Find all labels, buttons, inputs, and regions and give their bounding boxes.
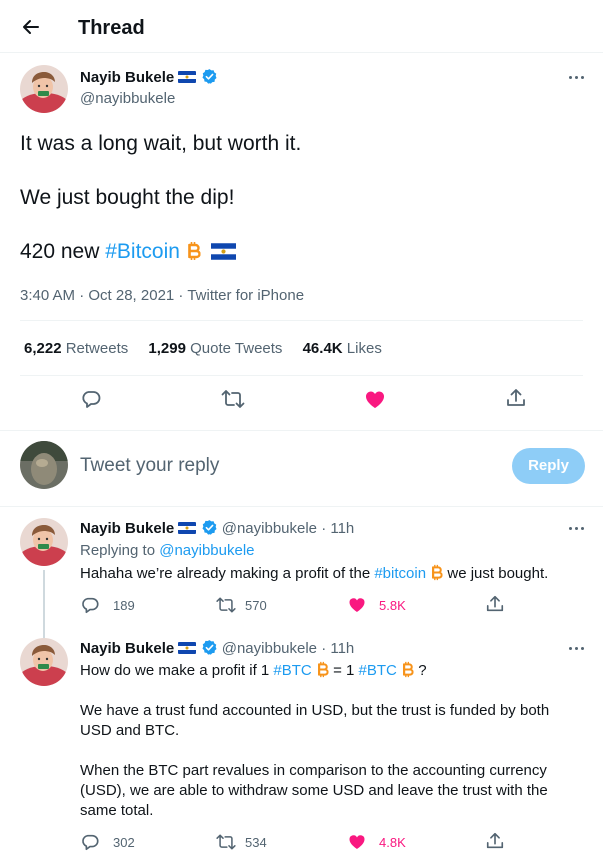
author-name: Nayib Bukele	[80, 69, 175, 86]
author-name[interactable]: Nayib Bukele	[80, 520, 174, 537]
verified-badge-icon	[201, 639, 218, 656]
like-count: 4.8K	[379, 835, 406, 850]
share-icon[interactable]	[485, 594, 505, 614]
el-salvador-flag-icon	[178, 522, 196, 534]
reply-count: 189	[113, 598, 135, 613]
stats-divider-top	[20, 320, 583, 321]
likes-stat[interactable]: 46.4K Likes	[303, 340, 382, 357]
reply-icon[interactable]	[80, 388, 102, 410]
composer-divider	[0, 506, 603, 507]
stats-divider-bottom	[20, 375, 583, 376]
reply-input[interactable]	[80, 451, 480, 481]
bitcoin-emoji-icon	[430, 564, 443, 581]
tweet-stats: 6,222 Retweets 1,299 Quote Tweets 46.4K …	[24, 339, 382, 359]
page-title: Thread	[78, 17, 145, 39]
retweet-icon[interactable]	[220, 388, 246, 410]
reply1-text: Hahaha we’re already making a profit of …	[80, 564, 549, 582]
back-arrow-icon	[23, 20, 39, 34]
retweet-icon[interactable]	[215, 595, 237, 615]
like-filled-icon[interactable]	[347, 595, 367, 614]
reply1-header: Nayib Bukele @nayibbukele · 11h	[80, 519, 354, 539]
more-options-icon[interactable]	[569, 647, 584, 650]
actions-divider	[0, 430, 603, 431]
reply1-avatar[interactable]	[20, 518, 68, 566]
more-options-icon[interactable]	[569, 527, 584, 530]
bitcoin-emoji-icon	[186, 241, 201, 261]
like-filled-icon[interactable]	[347, 832, 367, 851]
reply2-paragraph-1: We have a trust fund accounted in USD, b…	[80, 702, 550, 739]
hashtag-btc[interactable]: #BTC	[273, 662, 311, 679]
reply2-header: Nayib Bukele @nayibbukele · 11h	[80, 639, 354, 659]
el-salvador-flag-icon	[211, 243, 236, 260]
bitcoin-emoji-icon	[401, 661, 414, 678]
el-salvador-flag-icon	[178, 71, 196, 83]
retweets-stat[interactable]: 6,222 Retweets	[24, 340, 128, 357]
bitcoin-emoji-icon	[316, 661, 329, 678]
reply-time[interactable]: · 11h	[321, 520, 354, 537]
share-icon[interactable]	[505, 387, 527, 409]
thread-connector-line	[43, 570, 45, 638]
reply-button[interactable]: Reply	[512, 448, 585, 484]
reply-time[interactable]: · 11h	[321, 640, 354, 657]
author-handle[interactable]: @nayibbukele	[80, 89, 175, 109]
el-salvador-flag-icon	[178, 642, 196, 654]
reply2-question: How do we make a profit if 1 #BTC = 1 #B…	[80, 661, 427, 679]
current-user-avatar[interactable]	[20, 441, 68, 489]
like-count: 5.8K	[379, 598, 406, 613]
like-filled-icon[interactable]	[363, 388, 387, 410]
reply2-paragraph-2: When the BTC part revalues in comparison…	[80, 762, 548, 819]
top-bar: Thread	[0, 0, 603, 53]
reply2-avatar[interactable]	[20, 638, 68, 686]
share-icon[interactable]	[485, 831, 505, 851]
author-handle[interactable]: @nayibbukele	[222, 520, 317, 537]
tweet-line-1: It was a long wait, but worth it.	[20, 132, 302, 155]
retweet-count: 570	[245, 598, 267, 613]
replying-to: Replying to @nayibbukele	[80, 542, 255, 559]
retweet-count: 534	[245, 835, 267, 850]
header-divider	[0, 52, 603, 53]
replying-to-handle[interactable]: @nayibbukele	[159, 542, 254, 559]
back-button[interactable]	[16, 12, 46, 42]
main-avatar[interactable]	[20, 65, 68, 113]
author-handle[interactable]: @nayibbukele	[222, 640, 317, 657]
author-name[interactable]: Nayib Bukele	[80, 640, 174, 657]
tweet-line-3: 420 new #Bitcoin	[20, 239, 580, 265]
verified-badge-icon	[201, 68, 218, 85]
quotes-stat[interactable]: 1,299 Quote Tweets	[148, 340, 282, 357]
hashtag-btc[interactable]: #BTC	[359, 662, 397, 679]
hashtag-bitcoin[interactable]: #Bitcoin	[105, 240, 180, 263]
retweet-icon[interactable]	[215, 832, 237, 852]
tweet-text: It was a long wait, but worth it. We jus…	[20, 131, 580, 265]
main-author[interactable]: Nayib Bukele	[80, 68, 218, 88]
more-options-icon[interactable]	[569, 76, 584, 79]
reply-icon[interactable]	[80, 832, 100, 852]
tweet-timestamp[interactable]: 3:40 AM · Oct 28, 2021 · Twitter for iPh…	[20, 286, 304, 306]
reply-icon[interactable]	[80, 595, 100, 615]
tweet-line-2: We just bought the dip!	[20, 186, 235, 209]
verified-badge-icon	[201, 519, 218, 536]
hashtag-bitcoin[interactable]: #bitcoin	[374, 565, 426, 582]
reply-count: 302	[113, 835, 135, 850]
